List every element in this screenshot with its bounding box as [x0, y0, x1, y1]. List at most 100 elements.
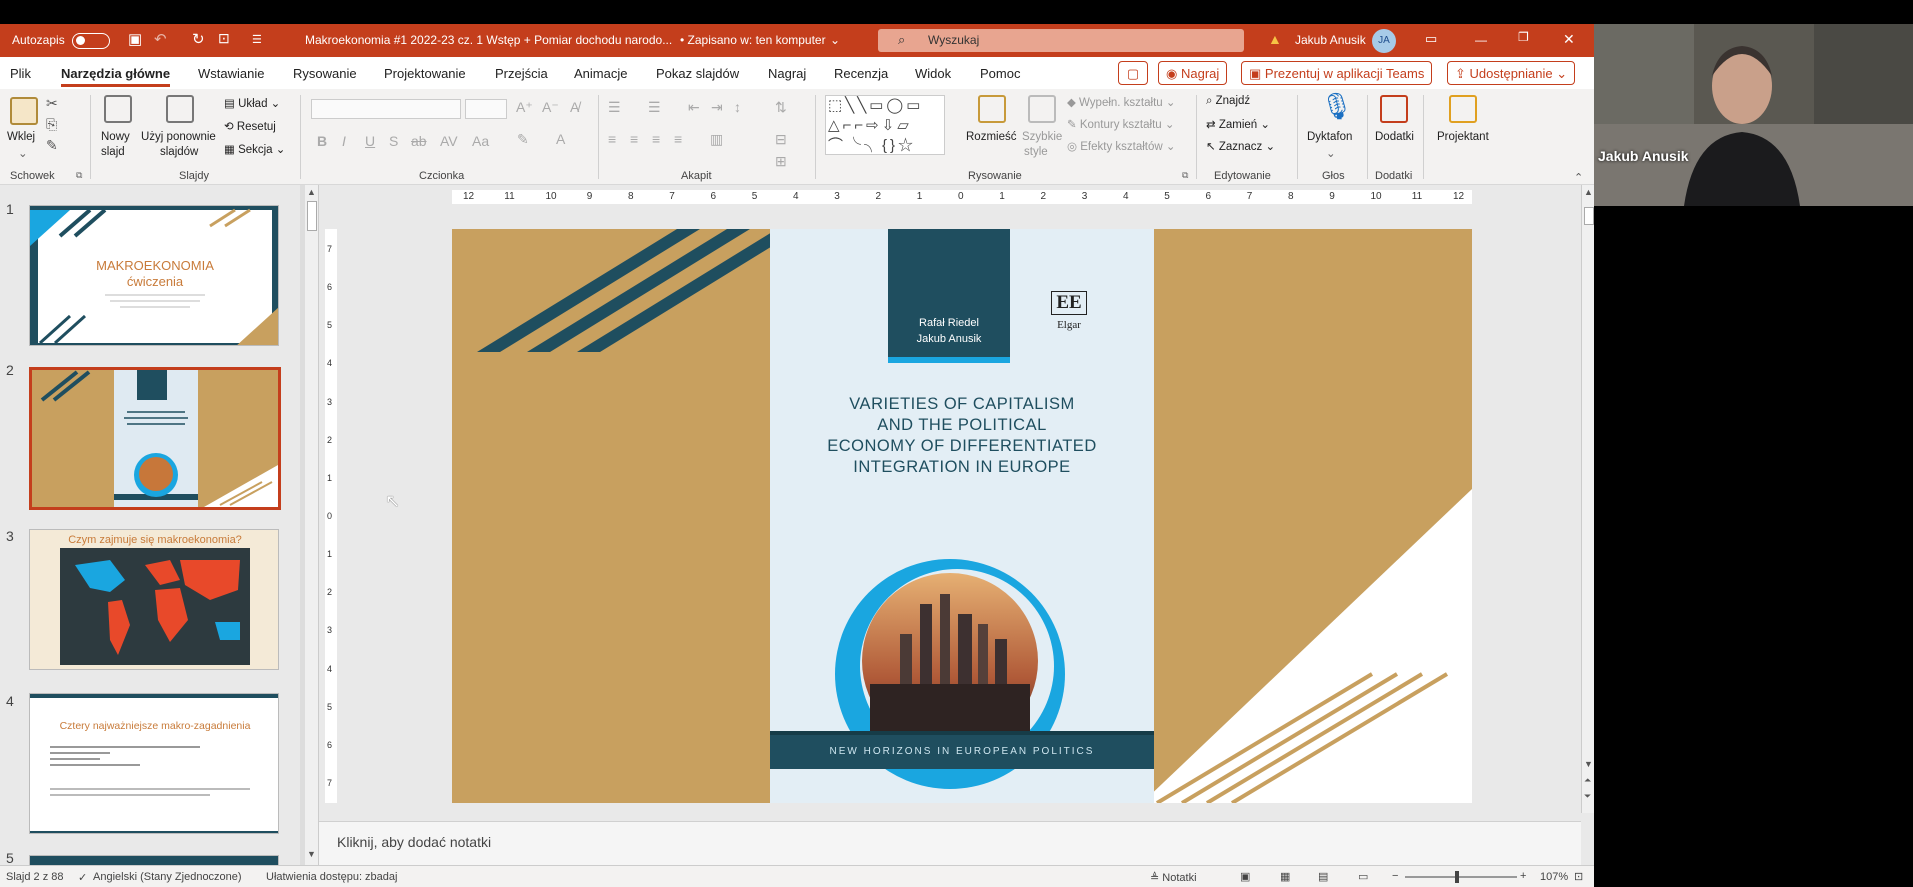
scroll-up-icon[interactable]: ▲: [307, 187, 316, 197]
scrollbar-thumb[interactable]: [307, 201, 317, 231]
maximize-icon[interactable]: ❐: [1518, 30, 1529, 44]
replace-button[interactable]: ⇄ Zamień ⌄: [1206, 117, 1270, 131]
layout-button[interactable]: ▤ Układ ⌄: [224, 96, 280, 110]
spelling-icon[interactable]: ✓: [78, 871, 87, 884]
horizontal-ruler[interactable]: 12 11 10 9 8 7 6 5 4 3 2 1 0 1 2 3 4 5 6 7 8 9 10 11 12: [452, 190, 1472, 204]
align-right-icon[interactable]: ≡: [652, 131, 660, 147]
columns-icon[interactable]: ▥: [710, 131, 723, 148]
find-button[interactable]: ⌕ Znajdź: [1206, 95, 1250, 108]
reuse-slides-label-2[interactable]: slajdów: [160, 146, 198, 158]
slide-canvas[interactable]: Rafał Riedel Jakub Anusik EE Elgar VARIE…: [452, 229, 1472, 803]
scroll-down-icon[interactable]: ▼: [307, 849, 316, 859]
text-direction-icon[interactable]: ⇅: [775, 99, 787, 116]
customize-toolbar-icon[interactable]: ☰: [252, 33, 262, 46]
slide-sorter-icon[interactable]: ▦: [1280, 870, 1290, 883]
new-slide-label-2[interactable]: slajd: [101, 146, 125, 158]
slide-thumbnail-4[interactable]: Cztery najważniejsze makro-zagadnienia: [29, 693, 279, 834]
align-center-icon[interactable]: ≡: [630, 131, 638, 147]
zoom-in-icon[interactable]: +: [1520, 870, 1526, 882]
fit-to-window-icon[interactable]: ⊡: [1574, 870, 1583, 883]
notes-toggle[interactable]: ≜ Notatki: [1150, 871, 1197, 884]
user-avatar[interactable]: JA: [1372, 29, 1396, 53]
present-teams-button[interactable]: ▣ Prezentuj w aplikacji Teams: [1241, 61, 1433, 85]
participant-video-tile[interactable]: Jakub Anusik: [1594, 24, 1913, 206]
italic-icon[interactable]: I: [342, 133, 346, 149]
copy-icon[interactable]: ⎘: [46, 116, 57, 133]
save-icon[interactable]: ▣: [128, 30, 142, 48]
font-color-icon[interactable]: A: [556, 131, 565, 147]
tab-transitions[interactable]: Przejścia: [495, 66, 548, 81]
tab-record[interactable]: Nagraj: [768, 66, 806, 81]
thumbnail-scrollbar[interactable]: ▲ ▼: [305, 185, 319, 865]
arrange-label[interactable]: Rozmieść: [966, 131, 1016, 143]
scroll-down-icon[interactable]: ▼: [1584, 759, 1593, 769]
reuse-slides-icon[interactable]: [166, 95, 194, 123]
dialog-launcher-icon[interactable]: ⧉: [1182, 170, 1188, 181]
select-button[interactable]: ↖ Zaznacz ⌄: [1206, 139, 1275, 153]
quick-styles-label-2[interactable]: style: [1024, 146, 1048, 158]
slide-thumbnail-3[interactable]: Czym zajmuje się makroekonomia?: [29, 529, 279, 670]
slide-thumbnail-2-selected[interactable]: [29, 367, 281, 510]
warning-icon[interactable]: ▲: [1268, 31, 1282, 47]
share-button[interactable]: ⇪ Udostępnianie ⌄: [1447, 61, 1576, 85]
cut-icon[interactable]: ✂: [46, 95, 58, 112]
paste-dropdown-icon[interactable]: ⌄: [18, 146, 28, 160]
microphone-icon[interactable]: 🎙: [1320, 91, 1353, 122]
tab-review[interactable]: Recenzja: [834, 66, 888, 81]
next-slide-icon[interactable]: ⏷: [1584, 791, 1591, 802]
numbering-icon[interactable]: ☰: [648, 99, 661, 116]
save-status[interactable]: • Zapisano w: ten komputer: [680, 33, 826, 47]
shadow-icon[interactable]: S: [389, 133, 398, 149]
tab-animations[interactable]: Animacje: [574, 66, 627, 81]
font-size-box[interactable]: [465, 99, 507, 119]
slide-thumbnail-1[interactable]: MAKROEKONOMIA ćwiczenia: [29, 205, 279, 346]
shape-effects-button[interactable]: ◎ Efekty kształtów ⌄: [1067, 139, 1176, 153]
font-family-box[interactable]: [311, 99, 461, 119]
vertical-ruler[interactable]: 7 6 5 4 3 2 1 0 1 2 3 4 5 6 7: [325, 229, 337, 803]
notes-pane[interactable]: Kliknij, aby dodać notatki: [319, 821, 1581, 865]
clear-formatting-icon[interactable]: A̸: [570, 99, 579, 115]
zoom-out-icon[interactable]: −: [1392, 870, 1398, 882]
user-name[interactable]: Jakub Anusik: [1295, 33, 1366, 47]
slide-thumbnail-5[interactable]: [29, 855, 279, 865]
shapes-gallery[interactable]: ⬚╲╲▭◯▭ △⌐⌐⇨⇩▱ ⌒╰╮{}☆: [825, 95, 945, 155]
increase-indent-icon[interactable]: ⇥: [711, 99, 723, 116]
decrease-indent-icon[interactable]: ⇤: [688, 99, 700, 116]
zoom-slider-handle[interactable]: [1455, 871, 1459, 883]
undo-icon[interactable]: ↶: [154, 30, 167, 48]
dialog-launcher-icon[interactable]: ⧉: [76, 170, 82, 181]
dictate-label[interactable]: Dyktafon: [1307, 131, 1352, 143]
slideshow-view-icon[interactable]: ▭: [1358, 870, 1368, 883]
paste-icon[interactable]: [10, 97, 38, 125]
collapse-ribbon-icon[interactable]: ⌃: [1574, 171, 1583, 184]
section-button[interactable]: ▦ Sekcja ⌄: [224, 142, 285, 156]
format-painter-icon[interactable]: ✎: [46, 137, 58, 154]
scroll-up-icon[interactable]: ▲: [1584, 187, 1593, 197]
reuse-slides-label[interactable]: Użyj ponownie: [141, 131, 216, 143]
designer-icon[interactable]: [1449, 95, 1477, 123]
book-cover[interactable]: Rafał Riedel Jakub Anusik EE Elgar VARIE…: [770, 229, 1154, 803]
increase-font-icon[interactable]: A⁺: [516, 99, 533, 116]
accessibility-status[interactable]: Ułatwienia dostępu: zbadaj: [266, 871, 397, 883]
quick-styles-label[interactable]: Szybkie: [1022, 131, 1062, 143]
editor-scrollbar[interactable]: ▲ ▼ ⏶ ⏷: [1581, 185, 1594, 813]
close-icon[interactable]: ✕: [1563, 31, 1575, 48]
tab-slideshow[interactable]: Pokaz slajdów: [656, 66, 739, 81]
chevron-down-icon[interactable]: ⌄: [830, 33, 840, 47]
highlight-icon[interactable]: ✎: [517, 131, 529, 148]
tab-insert[interactable]: Wstawianie: [198, 66, 264, 81]
document-title[interactable]: Makroekonomia #1 2022-23 cz. 1 Wstęp + P…: [305, 33, 672, 47]
autosave-toggle[interactable]: [72, 33, 110, 49]
tab-help[interactable]: Pomoc: [980, 66, 1020, 81]
redo-icon[interactable]: ↻: [192, 30, 205, 48]
reading-view-icon[interactable]: ▤: [1318, 870, 1328, 883]
language-status[interactable]: Angielski (Stany Zjednoczone): [93, 871, 242, 883]
ribbon-display-icon[interactable]: ▭: [1425, 31, 1437, 47]
tab-draw[interactable]: Rysowanie: [293, 66, 357, 81]
align-left-icon[interactable]: ≡: [608, 131, 616, 147]
designer-label[interactable]: Projektant: [1437, 131, 1489, 143]
addins-label[interactable]: Dodatki: [1375, 131, 1414, 143]
tab-design[interactable]: Projektowanie: [384, 66, 466, 81]
tab-file[interactable]: Plik: [10, 66, 31, 81]
decrease-font-icon[interactable]: A⁻: [542, 99, 559, 116]
